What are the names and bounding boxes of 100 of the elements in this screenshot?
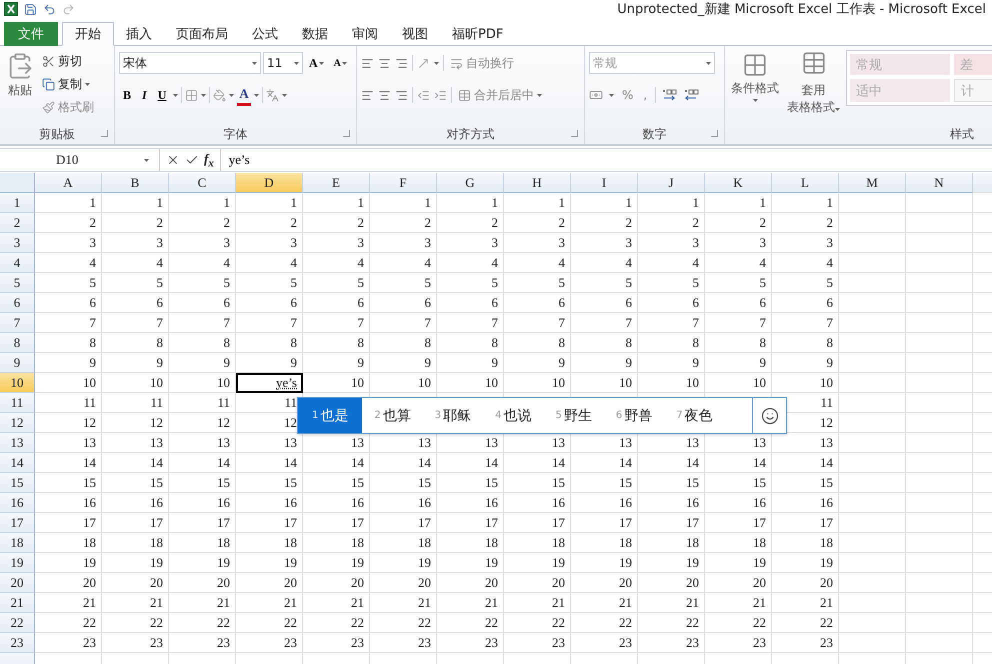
dialog-launcher-icon[interactable] — [343, 130, 350, 137]
row-header[interactable]: 16 — [0, 493, 35, 513]
save-icon — [24, 2, 37, 16]
ribbon-tab[interactable]: 开始 — [62, 22, 114, 46]
table-cell: 2 — [772, 213, 839, 233]
ribbon-tab[interactable]: 数据 — [290, 22, 340, 46]
row-header[interactable]: 22 — [0, 613, 35, 633]
file-tab[interactable]: 文件 — [4, 22, 58, 46]
column-header[interactable]: L — [772, 173, 839, 193]
table-cell: 13 — [705, 433, 772, 453]
column-header[interactable]: I — [571, 173, 638, 193]
ime-candidate[interactable]: 2 也算 — [362, 398, 423, 433]
row-header[interactable]: 19 — [0, 553, 35, 573]
row-header[interactable]: 4 — [0, 253, 35, 273]
table-cell: 21 — [169, 593, 236, 613]
row-header[interactable]: 14 — [0, 453, 35, 473]
bold-button[interactable]: B — [119, 84, 136, 106]
table-cell: 1 — [370, 193, 437, 213]
table-cell: 4 — [169, 253, 236, 273]
row-header[interactable]: 18 — [0, 533, 35, 553]
dialog-launcher-icon[interactable] — [711, 130, 718, 137]
row-header[interactable]: 3 — [0, 233, 35, 253]
insert-function-button[interactable]: f$_{x}$ — [204, 150, 214, 170]
column-header[interactable]: B — [102, 173, 169, 193]
ribbon-tab[interactable]: 视图 — [390, 22, 440, 46]
table-cell: 12 — [102, 413, 169, 433]
column-header[interactable]: A — [35, 173, 102, 193]
ime-candidate[interactable]: 4 也说 — [483, 398, 544, 433]
ime-candidate[interactable]: 5 野生 — [544, 398, 604, 433]
ime-candidate[interactable]: 6 野兽 — [604, 398, 664, 433]
paste-button[interactable]: 粘贴 — [4, 50, 36, 124]
column-header[interactable] — [973, 173, 992, 193]
row-header[interactable]: 11 — [0, 393, 35, 413]
copy-icon — [42, 78, 55, 90]
dialog-launcher-icon[interactable] — [101, 130, 108, 137]
row-header[interactable]: 7 — [0, 313, 35, 333]
spreadsheet-logo-icon[interactable] — [4, 2, 18, 16]
column-header[interactable]: K — [705, 173, 772, 193]
row-header[interactable]: 5 — [0, 273, 35, 293]
align-left-icon — [361, 88, 374, 102]
table-cell: 23 — [571, 633, 638, 653]
ribbon-tab[interactable]: 审阅 — [340, 22, 390, 46]
select-all-corner[interactable] — [0, 173, 35, 193]
table-cell: 7 — [236, 313, 303, 333]
row-header[interactable]: 23 — [0, 633, 35, 653]
column-header[interactable]: C — [169, 173, 236, 193]
caret-icon — [254, 94, 259, 96]
row-header[interactable]: 9 — [0, 353, 35, 373]
row-header[interactable]: 21 — [0, 593, 35, 613]
ribbon-tab[interactable]: 插入 — [114, 22, 164, 46]
grow-font-button[interactable]: A — [305, 52, 328, 74]
ribbon-tab[interactable]: 福昕PDF — [440, 22, 516, 46]
table-cell: 2 — [504, 213, 571, 233]
conditional-format-button[interactable]: 条件格式 — [729, 50, 781, 124]
row-header[interactable]: 2 — [0, 213, 35, 233]
table-cell: 5 — [638, 273, 705, 293]
column-header[interactable]: H — [504, 173, 571, 193]
row-header[interactable]: 17 — [0, 513, 35, 533]
column-header[interactable]: D — [236, 173, 303, 193]
row-header[interactable]: 13 — [0, 433, 35, 453]
format-table-button[interactable]: 套用 表格格式 — [785, 80, 842, 118]
column-header[interactable]: E — [303, 173, 370, 193]
row-header[interactable]: 20 — [0, 573, 35, 593]
table-cell: 18 — [437, 533, 504, 553]
ime-candidate[interactable]: 3 耶稣 — [422, 398, 484, 433]
table-cell: 21 — [571, 593, 638, 613]
column-header[interactable]: J — [638, 173, 705, 193]
table-cell: 20 — [102, 573, 169, 593]
caret-icon — [342, 62, 347, 64]
table-cell: 15 — [370, 473, 437, 493]
row-header[interactable]: 10 — [0, 373, 35, 393]
font-color-button[interactable]: A — [237, 84, 251, 106]
ribbon-tab[interactable]: 页面布局 — [164, 22, 240, 46]
column-header[interactable]: G — [437, 173, 504, 193]
ime-candidate[interactable]: 7 夜色 — [664, 398, 725, 433]
italic-button[interactable]: I — [138, 84, 151, 106]
shrink-font-button[interactable]: A — [330, 52, 351, 74]
ribbon-tab[interactable]: 公式 — [240, 22, 290, 46]
dialog-launcher-icon[interactable] — [571, 130, 578, 137]
table-cell: 8 — [236, 333, 303, 353]
column-header[interactable]: N — [906, 173, 973, 193]
name-box[interactable]: D10 — [0, 149, 160, 171]
table-cell: 16 — [303, 493, 370, 513]
cut-button[interactable]: 剪切 — [40, 50, 96, 72]
table-cell: 6 — [370, 293, 437, 313]
table-cell: 9 — [705, 353, 772, 373]
row-header[interactable]: 8 — [0, 333, 35, 353]
font-size-select[interactable]: 11 — [263, 52, 303, 74]
table-cell: 20 — [35, 573, 102, 593]
column-header[interactable]: F — [370, 173, 437, 193]
font-name-select[interactable]: 宋体 — [119, 52, 261, 74]
column-header[interactable]: M — [839, 173, 906, 193]
copy-button[interactable]: 复制 — [40, 73, 96, 95]
row-header[interactable]: 6 — [0, 293, 35, 313]
row-header[interactable]: 12 — [0, 413, 35, 433]
table-cell: 10 — [504, 373, 571, 393]
ime-candidate[interactable]: 1 也是 — [298, 398, 362, 433]
underline-button[interactable]: U — [154, 84, 170, 106]
row-header[interactable]: 1 — [0, 193, 35, 213]
row-header[interactable]: 15 — [0, 473, 35, 493]
